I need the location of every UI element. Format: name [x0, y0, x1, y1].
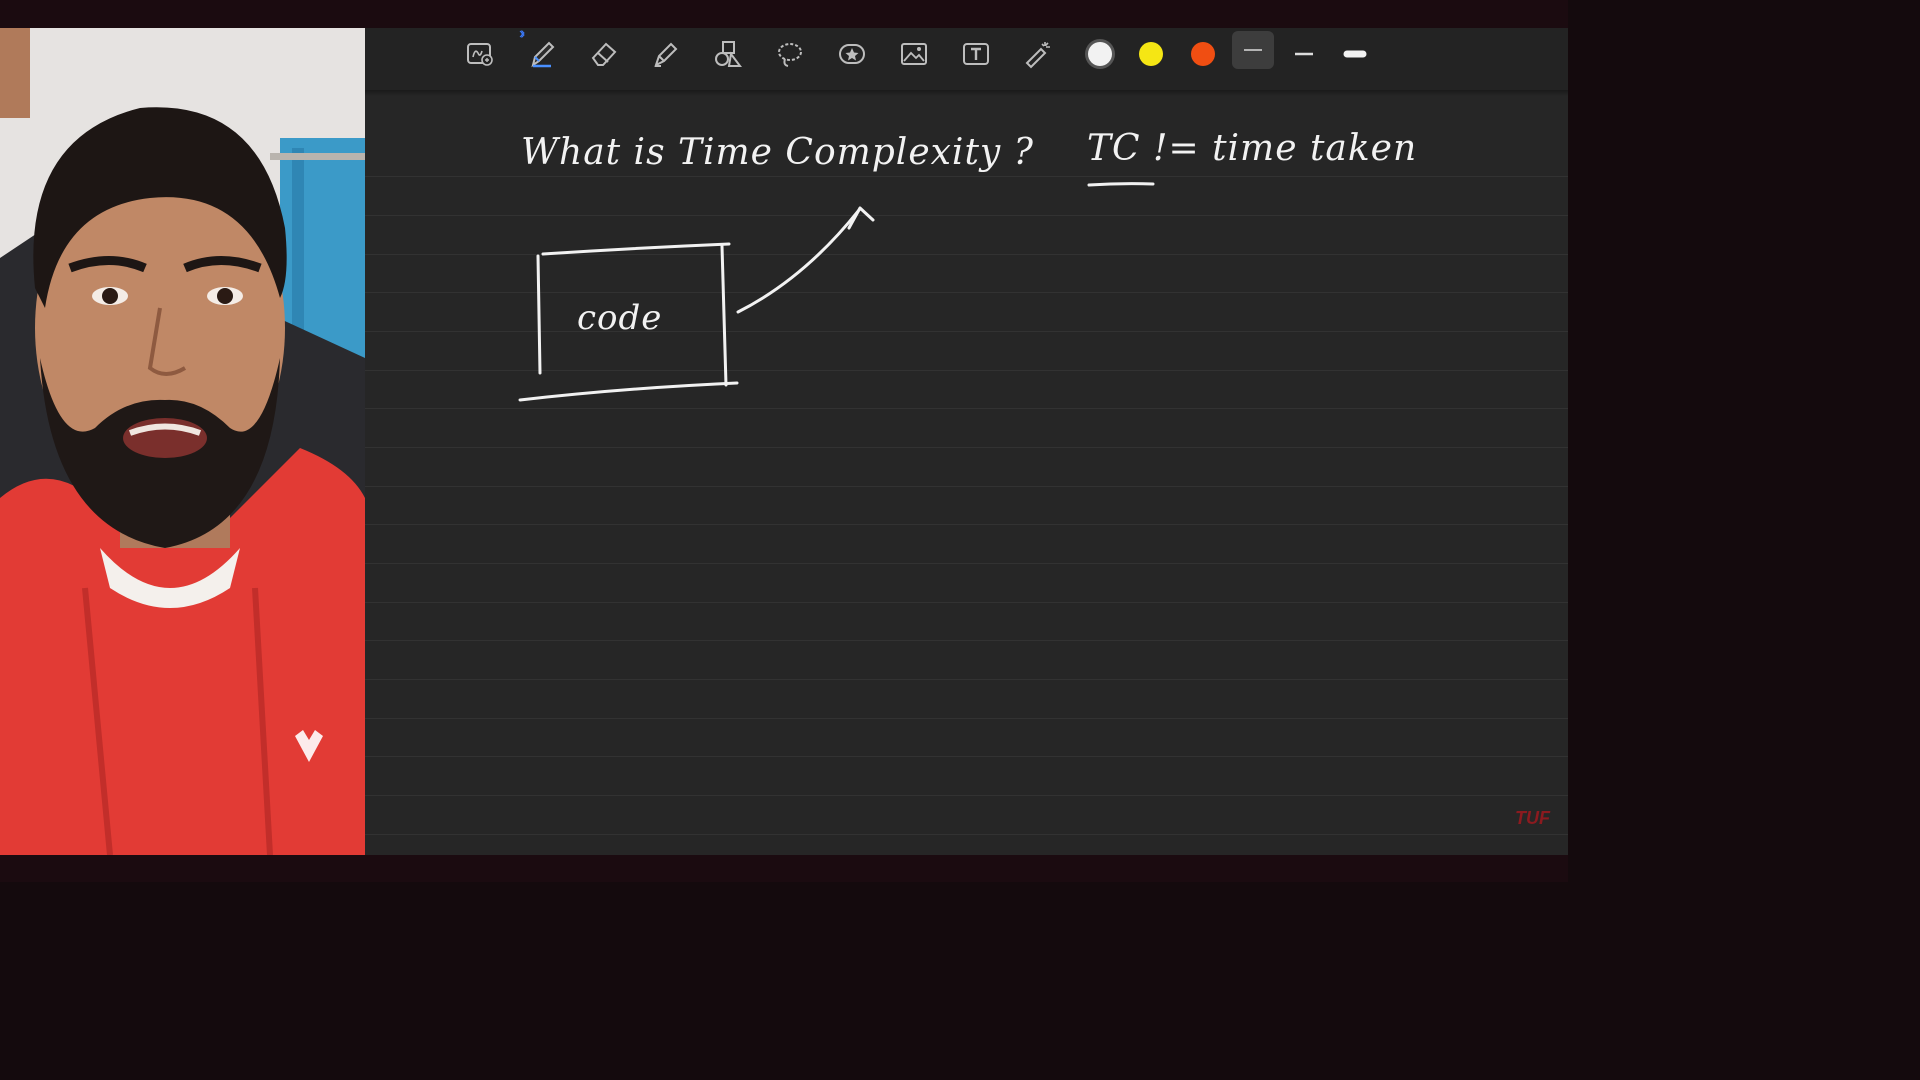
code-box-right-edge — [720, 244, 728, 387]
webcam-feed — [0, 28, 365, 855]
handwriting-layer: What is Time Complexity ? TC != time tak… — [365, 28, 1568, 855]
code-box-left-edge — [536, 254, 542, 375]
channel-watermark: TUF — [1515, 808, 1550, 828]
notes-app: What is Time Complexity ? TC != time tak… — [365, 28, 1568, 855]
arrow-line — [736, 208, 861, 314]
code-box-bottom-edge — [518, 381, 739, 402]
tc-underline — [1087, 182, 1155, 187]
video-top-letterbox — [0, 0, 1568, 28]
ink-strokes — [518, 182, 1155, 402]
video-bottom-letterbox — [0, 855, 1568, 882]
presenter-video-frame — [0, 28, 365, 855]
code-box-top-edge — [541, 242, 731, 256]
